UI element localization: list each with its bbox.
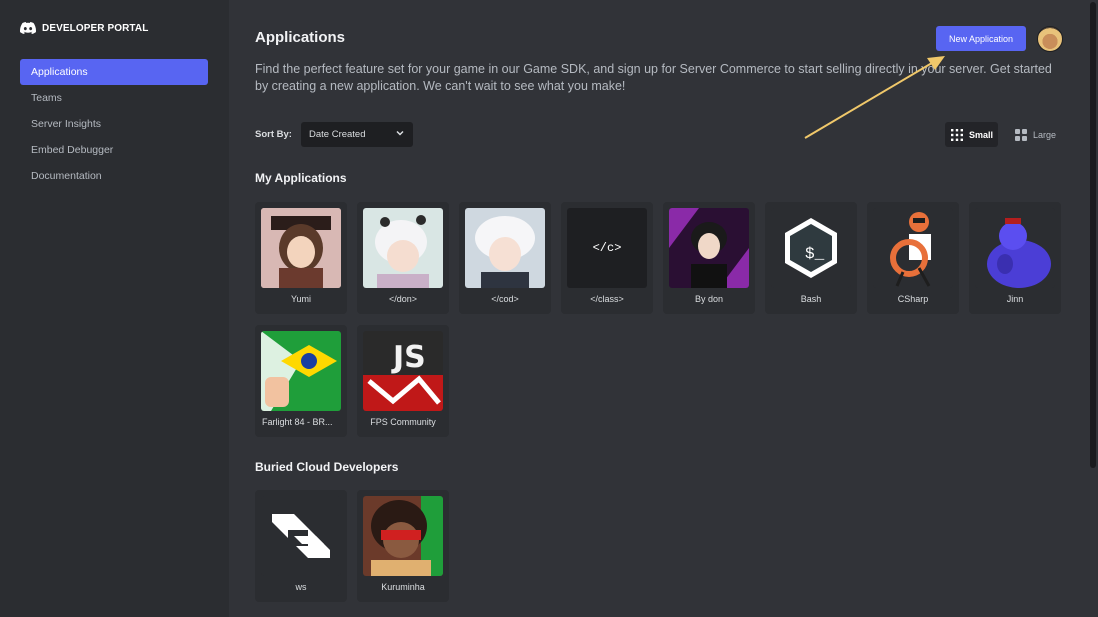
sidebar-item-embed-debugger[interactable]: Embed Debugger [20,137,208,163]
avatar[interactable] [1037,26,1063,52]
brand[interactable]: DEVELOPER PORTAL [20,22,148,34]
large-grid-icon [1015,128,1027,141]
app-card-cod[interactable]: </cod> [459,202,551,314]
app-name-kuruminha: Kuruminha [381,582,425,592]
ws-app-icon [261,496,341,576]
app-card-yumi[interactable]: Yumi [255,202,347,314]
by-don-app-icon [669,208,749,288]
app-card-class[interactable]: </c> </class> [561,202,653,314]
farlight-app-icon [261,331,341,411]
section-title-my-applications: My Applications [255,171,347,185]
sidebar-nav: Applications Teams Server Insights Embed… [20,59,208,189]
app-name-don: </don> [388,294,418,304]
sidebar-item-teams[interactable]: Teams [20,85,208,111]
fps-icon-text: JS [391,340,426,375]
chevron-down-icon [396,130,404,136]
cod-app-icon [465,208,545,288]
main-content: Applications New Application Find the pe… [229,0,1098,617]
class-app-icon: </c> [567,208,647,288]
brand-label: DEVELOPER PORTAL [42,22,149,34]
view-small-toggle[interactable]: Small [945,122,999,147]
page-title: Applications [255,29,346,46]
app-card-ws[interactable]: ws [255,490,347,602]
sidebar-item-documentation[interactable]: Documentation [20,163,208,189]
app-card-bash[interactable]: $_ Bash [765,202,857,314]
sort-value: Date Created [309,129,366,140]
kuruminha-app-icon [363,496,443,576]
new-application-button[interactable]: New Application [936,26,1026,51]
don-app-icon [363,208,443,288]
app-name-by-don: By don [694,294,724,304]
view-large-label: Large [1033,129,1057,140]
page-description: Find the perfect feature set for your ga… [255,62,1052,93]
csharp-app-icon [873,208,953,288]
app-card-fps-community[interactable]: JS FPS Community [357,325,449,437]
jinn-app-icon [975,208,1055,288]
view-small-label: Small [969,129,994,140]
view-large-toggle[interactable]: Large [1009,122,1061,147]
app-name-csharp: CSharp [897,294,929,304]
section-title-team: Buried Cloud Developers [255,460,399,474]
bash-app-icon: $_ [771,208,851,288]
app-card-don[interactable]: </don> [357,202,449,314]
app-card-jinn[interactable]: Jinn [969,202,1061,314]
app-name-bash: Bash [800,294,822,304]
app-card-by-don[interactable]: By don [663,202,755,314]
discord-logo-icon [20,22,36,34]
app-card-farlight[interactable]: Farlight 84 - BR... [255,325,347,437]
scrollbar[interactable] [1090,2,1096,468]
app-card-kuruminha[interactable]: Kuruminha [357,490,449,602]
app-name-ws: ws [295,582,307,592]
class-icon-text: </c> [592,241,622,255]
sidebar: DEVELOPER PORTAL Applications Teams Serv… [0,0,229,617]
app-name-class: </class> [590,294,624,304]
app-name-fps-community: FPS Community [370,417,436,427]
app-name-jinn: Jinn [1006,294,1024,304]
small-grid-icon [951,128,963,141]
sort-select[interactable]: Date Created [301,122,413,147]
app-name-farlight: Farlight 84 - BR... [262,417,333,427]
app-card-csharp[interactable]: CSharp [867,202,959,314]
svg-text:$_: $_ [805,245,825,263]
yumi-app-icon [261,208,341,288]
app-name-yumi: Yumi [290,294,311,304]
sidebar-item-applications[interactable]: Applications [20,59,208,85]
app-name-cod: </cod> [491,294,519,304]
sort-label: Sort By: [255,129,292,140]
sidebar-item-server-insights[interactable]: Server Insights [20,111,208,137]
fps-community-app-icon: JS [363,331,443,411]
